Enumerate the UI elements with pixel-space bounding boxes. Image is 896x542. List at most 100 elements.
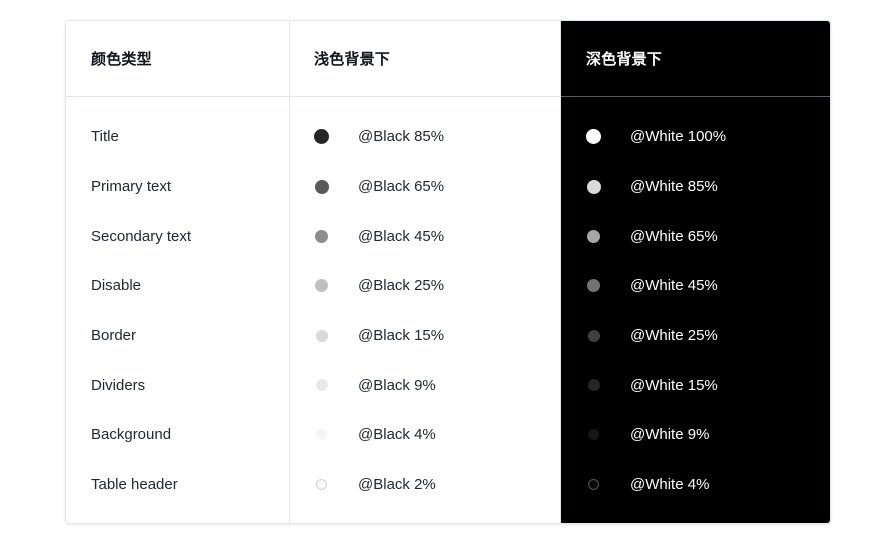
swatch-group: @Black 9%: [314, 377, 436, 394]
swatch-group: @White 45%: [586, 277, 718, 294]
token-label: @Black 2%: [358, 476, 436, 494]
token-label: @White 65%: [630, 227, 718, 245]
black-15-swatch: [315, 329, 328, 342]
table-row: Dividers @Black 9% @White 15%: [66, 360, 830, 410]
swatch-group: @Black 4%: [314, 426, 436, 443]
dark-token-cell: @White 9%: [586, 410, 709, 460]
dark-token-cell: @White 25%: [586, 311, 718, 361]
table-row: Table header @Black 2% @White 4%: [66, 460, 830, 510]
swatch-group: @White 4%: [586, 476, 709, 493]
black-45-swatch: [315, 229, 328, 243]
swatch-slot: [586, 378, 601, 393]
color-tokens-table: 颜色类型 浅色背景下 深色背景下 Title @Black 85% @White 1…: [65, 20, 831, 524]
dark-token-cell: @White 15%: [586, 360, 718, 410]
color-type-cell: Dividers: [91, 376, 146, 394]
screenshot-stage: 颜色类型 浅色背景下 深色背景下 Title @Black 85% @White 1…: [0, 0, 896, 542]
swatch-slot: [314, 278, 329, 293]
column-header-color-type: 颜色类型: [91, 51, 152, 68]
token-label: @Black 45%: [358, 227, 445, 245]
swatch-group: @White 9%: [586, 426, 709, 443]
white-4-swatch: [588, 479, 599, 491]
swatch-slot: [314, 179, 329, 194]
color-type-cell: Disable: [91, 277, 142, 295]
swatch-slot: [586, 229, 601, 244]
table-row: Secondary text @Black 45% @White 65%: [66, 211, 830, 261]
black-85-swatch: [314, 129, 329, 145]
dark-token-cell: @White 45%: [586, 261, 718, 311]
token-label: @Black 65%: [358, 178, 445, 196]
token-label: @White 15%: [630, 376, 718, 394]
black-25-swatch: [315, 279, 328, 293]
light-token-cell: @Black 4%: [314, 410, 436, 460]
color-type-cell: Border: [91, 327, 137, 345]
black-2-swatch: [316, 479, 327, 491]
column-header-light-background: 浅色背景下: [314, 51, 391, 68]
light-token-cell: @Black 65%: [314, 162, 444, 212]
table-row: Title @Black 85% @White 100%: [66, 112, 830, 162]
swatch-group: @White 85%: [586, 178, 718, 195]
color-type-cell: Title: [91, 128, 119, 146]
table-row: Primary text @Black 65% @White 85%: [66, 162, 830, 212]
swatch-slot: [314, 378, 329, 393]
swatch-slot: [314, 477, 329, 492]
swatch-slot: [314, 129, 329, 145]
dark-token-cell: @White 65%: [586, 211, 718, 261]
token-label: @Black 15%: [358, 327, 445, 345]
swatch-group: @White 25%: [586, 327, 718, 344]
token-label: @Black 9%: [358, 376, 436, 394]
light-token-cell: @Black 85%: [314, 112, 444, 162]
token-label: @Black 4%: [358, 426, 436, 444]
dark-token-cell: @White 100%: [586, 112, 726, 162]
color-type-cell: Background: [91, 426, 172, 444]
white-85-swatch: [586, 179, 601, 194]
token-label: @White 4%: [630, 476, 710, 494]
black-9-swatch: [315, 379, 328, 392]
dark-token-cell: @White 4%: [586, 460, 709, 510]
table-header-row: 颜色类型 浅色背景下 深色背景下: [66, 21, 830, 96]
dark-token-cell: @White 85%: [586, 162, 718, 212]
color-type-cell: Secondary text: [91, 227, 192, 245]
token-label: @White 85%: [630, 178, 718, 196]
swatch-slot: [314, 229, 329, 244]
table-row: Border @Black 15% @White 25%: [66, 311, 830, 361]
swatch-group: @Black 2%: [314, 476, 436, 493]
white-65-swatch: [587, 229, 600, 243]
swatch-slot: [586, 179, 601, 194]
light-token-cell: @Black 2%: [314, 460, 436, 510]
swatch-group: @Black 45%: [314, 228, 444, 245]
swatch-slot: [314, 427, 329, 442]
table-grid: 颜色类型 浅色背景下 深色背景下 Title @Black 85% @White 1…: [66, 21, 830, 523]
light-token-cell: @Black 45%: [314, 211, 444, 261]
swatch-slot: [586, 328, 601, 343]
white-15-swatch: [587, 379, 600, 392]
token-label: @White 25%: [630, 327, 718, 345]
color-type-cell: Primary text: [91, 178, 172, 196]
white-100-swatch: [586, 129, 601, 145]
column-header-dark-background: 深色背景下: [586, 51, 663, 68]
token-label: @Black 25%: [358, 277, 445, 295]
light-token-cell: @Black 25%: [314, 261, 444, 311]
swatch-group: @Black 25%: [314, 277, 444, 294]
table-row: Background @Black 4% @White 9%: [66, 410, 830, 460]
swatch-group: @Black 65%: [314, 178, 444, 195]
color-type-cell: Table header: [91, 476, 178, 494]
swatch-slot: [586, 129, 601, 145]
swatch-group: @Black 15%: [314, 327, 444, 344]
swatch-group: @White 15%: [586, 377, 718, 394]
light-token-cell: @Black 9%: [314, 360, 436, 410]
swatch-group: @White 100%: [586, 128, 726, 145]
light-token-cell: @Black 15%: [314, 311, 444, 361]
swatch-slot: [586, 278, 601, 293]
token-label: @White 9%: [630, 426, 710, 444]
token-label: @Black 85%: [358, 128, 445, 146]
table-row: Disable @Black 25% @White 45%: [66, 261, 830, 311]
swatch-group: @Black 85%: [314, 128, 444, 145]
table-body: Title @Black 85% @White 100% Primary text @B…: [66, 96, 830, 510]
white-9-swatch: [588, 429, 599, 441]
black-65-swatch: [314, 179, 329, 194]
black-4-swatch: [316, 429, 327, 441]
swatch-slot: [586, 477, 601, 492]
swatch-group: @White 65%: [586, 228, 718, 245]
token-label: @White 100%: [630, 128, 727, 146]
white-45-swatch: [587, 279, 600, 293]
